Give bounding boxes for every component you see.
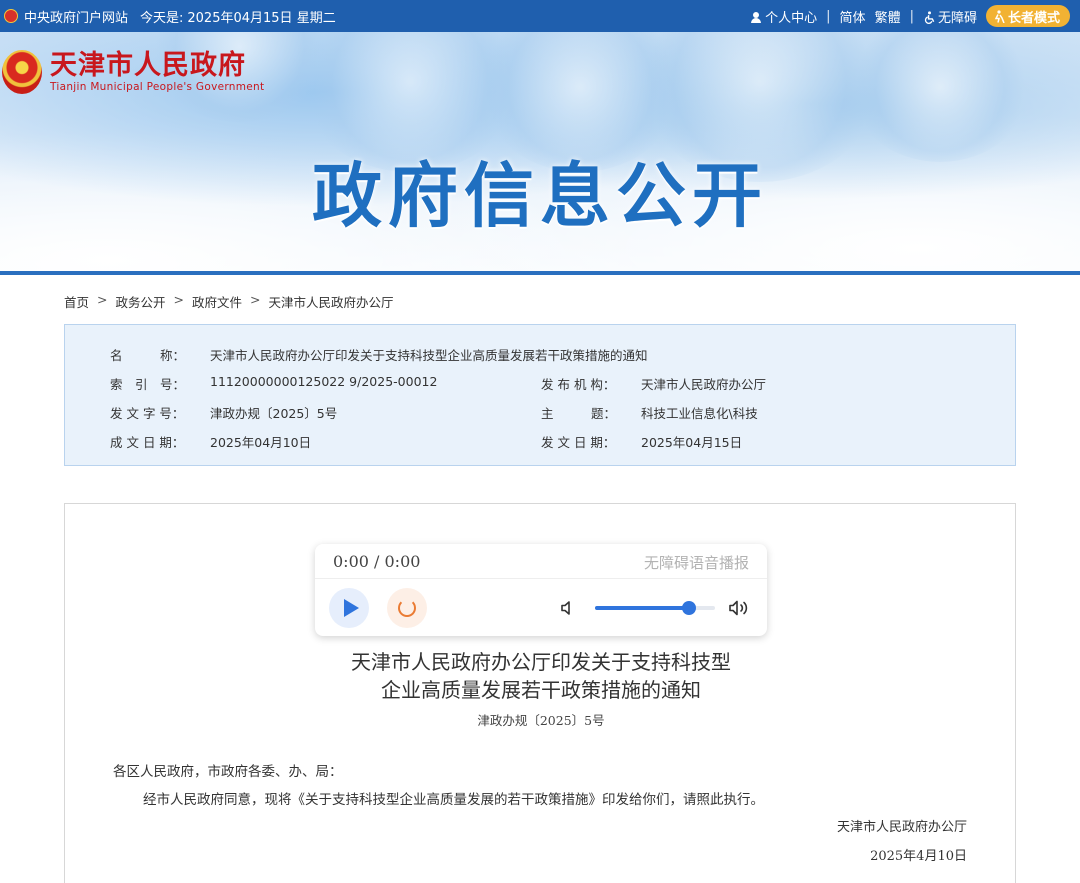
created-label: 成 文 日 期：	[110, 435, 185, 450]
simplified-link[interactable]: 简体	[840, 7, 866, 26]
docno-value: 津政办规〔2025〕5号	[210, 406, 338, 421]
volume-high-icon[interactable]	[729, 599, 751, 617]
today-label: 今天是:	[140, 10, 184, 26]
volume-fill	[595, 606, 689, 610]
breadcrumb-gov-docs[interactable]: 政府文件	[192, 292, 242, 311]
top-right-links: 个人中心 | 简体 繁體 | 无障碍 长者模式	[751, 0, 1070, 32]
breadcrumb-arrow: >	[250, 292, 261, 307]
elder-icon	[994, 9, 1005, 23]
document-number: 津政办规〔2025〕5号	[477, 713, 605, 728]
breadcrumb-arrow: >	[173, 292, 184, 307]
national-emblem-icon	[4, 9, 18, 23]
volume-slider[interactable]	[595, 601, 715, 615]
issuer-value: 天津市人民政府办公厅	[641, 377, 767, 392]
logo-cn: 天津市人民政府	[50, 50, 246, 81]
breadcrumb: 首页 > 政务公开 > 政府文件 > 天津市人民政府办公厅	[64, 292, 394, 311]
player-divider	[315, 578, 767, 579]
banner-title: 政府信息公开	[312, 155, 768, 237]
audio-player: 0:00 / 0:00 无障碍语音播报	[315, 544, 767, 636]
document-metadata: 名 称： 天津市人民政府办公厅印发关于支持科技型企业高质量发展若干政策措施的通知…	[64, 324, 1016, 466]
separator: |	[909, 8, 914, 24]
user-center-label: 个人中心	[765, 10, 818, 26]
topic-value: 科技工业信息化\科技	[641, 406, 758, 421]
name-label: 名 称：	[110, 348, 186, 363]
traditional-link[interactable]: 繁體	[875, 7, 901, 26]
signature: 天津市人民政府办公厅	[836, 820, 967, 835]
emblem-icon	[2, 50, 42, 94]
site-logo[interactable]: 天津市人民政府 Tianjin Municipal People's Gover…	[2, 50, 264, 94]
logo-en: Tianjin Municipal People's Government	[50, 81, 265, 93]
published-label: 发 文 日 期：	[541, 435, 616, 450]
document-title: 天津市人民政府办公厅印发关于支持科技型 企业高质量发展若干政策措施的通知	[65, 648, 1017, 704]
body-paragraph: 经市人民政府同意，现将《关于支持科技型企业高质量发展的若干政策措施》印发给你们，…	[143, 792, 764, 808]
separator: |	[826, 8, 831, 24]
document-content: 0:00 / 0:00 无障碍语音播报 天津市人民政府办公厅印发关于支持科技型 …	[64, 503, 1016, 883]
central-portal-label: 中央政府门户网站	[24, 10, 129, 26]
issuer-label: 发 布 机 构：	[541, 377, 616, 392]
breadcrumb-office[interactable]: 天津市人民政府办公厅	[269, 292, 394, 311]
elder-mode-label: 长者模式	[1007, 10, 1060, 26]
index-value: 11120000000125022 9/2025-00012	[210, 374, 438, 389]
banner-divider	[0, 271, 1080, 275]
document-title-line2: 企业高质量发展若干政策措施的通知	[381, 678, 701, 702]
published-value: 2025年04月15日	[641, 435, 743, 450]
breadcrumb-arrow: >	[97, 292, 108, 307]
play-button[interactable]	[329, 588, 369, 628]
document-title-line1: 天津市人民政府办公厅印发关于支持科技型	[351, 650, 731, 674]
date-text: 2025年04月15日 星期二	[187, 10, 336, 26]
salutation: 各区人民政府，市政府各委、办、局：	[113, 764, 343, 780]
accessibility-label: 无障碍	[937, 10, 977, 26]
user-center-link[interactable]: 个人中心	[751, 7, 817, 26]
loop-button[interactable]	[387, 588, 427, 628]
topic-label: 主 题：	[541, 406, 617, 421]
central-portal-link[interactable]: 中央政府门户网站	[4, 0, 128, 32]
elder-mode-button[interactable]: 长者模式	[985, 5, 1070, 27]
name-value: 天津市人民政府办公厅印发关于支持科技型企业高质量发展若干政策措施的通知	[210, 348, 648, 363]
docno-label: 发 文 字 号：	[110, 406, 185, 421]
user-icon	[751, 11, 762, 23]
breadcrumb-home[interactable]: 首页	[64, 292, 89, 311]
volume-knob[interactable]	[681, 601, 696, 615]
index-label: 索 引 号：	[110, 377, 186, 392]
player-title: 无障碍语音播报	[643, 554, 749, 572]
volume-low-icon[interactable]	[561, 600, 575, 616]
created-value: 2025年04月10日	[210, 435, 312, 450]
accessibility-link[interactable]: 无障碍	[923, 7, 977, 26]
player-time: 0:00 / 0:00	[333, 552, 421, 571]
breadcrumb-gov-affairs[interactable]: 政务公开	[116, 292, 166, 311]
wheelchair-icon	[924, 10, 935, 24]
today-date: 今天是: 2025年04月15日 星期二	[140, 0, 336, 32]
top-bar: 中央政府门户网站 今天是: 2025年04月15日 星期二 个人中心 | 简体 …	[0, 0, 1080, 32]
sign-date: 2025年4月10日	[870, 849, 967, 864]
